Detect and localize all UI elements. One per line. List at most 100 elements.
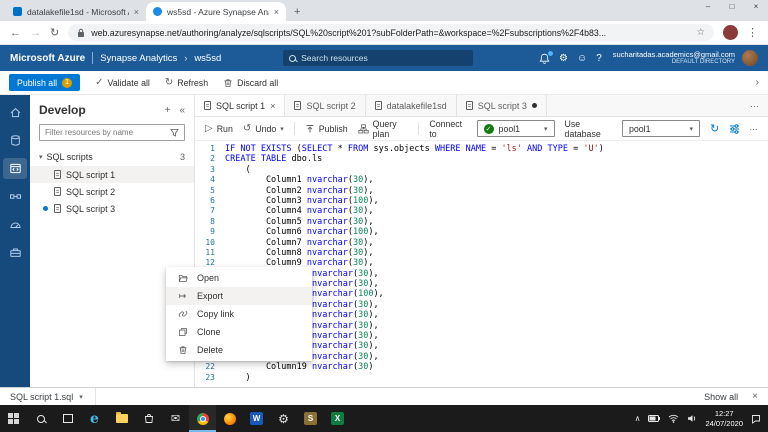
editor-tab-sql-script-3[interactable]: SQL script 3 <box>457 95 547 116</box>
new-tab-button[interactable]: + <box>294 6 300 18</box>
download-item[interactable]: SQL script 1.sql ▾ <box>10 388 96 405</box>
code-line[interactable]: 22 Column19 nvarchar(30) <box>195 362 768 372</box>
query-plan-button[interactable]: Query plan <box>358 119 409 139</box>
publish-all-button[interactable]: Publish all 1 <box>9 74 80 91</box>
group-caret-icon[interactable]: ▾ <box>39 153 43 161</box>
nav-monitor-icon[interactable] <box>3 214 27 235</box>
tree-item-sql-script-1[interactable]: SQL script 1 <box>30 166 194 183</box>
taskbar-mail[interactable]: ✉ <box>162 405 189 432</box>
code-line[interactable]: 1IF NOT EXISTS (SELECT * FROM sys.object… <box>195 144 768 154</box>
publish-button[interactable]: Publish <box>305 124 348 134</box>
discard-all-button[interactable]: Discard all <box>223 78 278 88</box>
code-line[interactable]: 8 Column5 nvarchar(30), <box>195 217 768 227</box>
minimize-button[interactable]: – <box>696 0 720 14</box>
browser-tab-synapse[interactable]: ws5sd - Azure Synapse Analytic × <box>146 2 286 21</box>
code-line[interactable]: 10 Column7 nvarchar(30), <box>195 238 768 248</box>
undo-button[interactable]: ↺ Undo ▾ <box>243 123 284 134</box>
download-caret-icon[interactable]: ▾ <box>79 393 83 401</box>
tab-close-icon[interactable]: × <box>270 101 275 111</box>
code-line[interactable]: 2CREATE TABLE dbo.ls <box>195 154 768 164</box>
code-line[interactable]: 3 ( <box>195 165 768 175</box>
taskbar-edge[interactable]: e <box>81 405 108 432</box>
menu-item-open[interactable]: Open <box>166 269 312 287</box>
maximize-button[interactable]: □ <box>720 0 744 14</box>
nav-home-icon[interactable] <box>3 102 27 123</box>
tabbar-more-icon[interactable]: ··· <box>741 101 768 111</box>
taskbar-search-button[interactable] <box>27 405 54 432</box>
nav-develop-icon[interactable] <box>3 158 27 179</box>
tab-close-icon[interactable]: × <box>134 7 139 17</box>
taskbar-ssms[interactable]: S <box>297 405 324 432</box>
properties-icon[interactable] <box>729 124 740 134</box>
notifications-bell-icon[interactable] <box>539 53 550 64</box>
use-database-dropdown[interactable]: pool1 ▾ <box>622 120 700 137</box>
resource-search-box[interactable] <box>283 50 473 66</box>
code-line[interactable]: 9 Column6 nvarchar(100), <box>195 227 768 237</box>
taskbar-file-explorer[interactable] <box>108 405 135 432</box>
menu-item-copy-link[interactable]: Copy link <box>166 305 312 323</box>
filter-input[interactable] <box>45 128 166 137</box>
run-button[interactable]: ▷ Run <box>205 123 233 134</box>
toolbar-more-icon[interactable]: ··· <box>749 124 758 134</box>
taskbar-firefox[interactable] <box>216 405 243 432</box>
url-omnibox[interactable]: web.azuresynapse.net/authoring/analyze/s… <box>68 24 714 41</box>
taskbar-word[interactable]: W <box>243 405 270 432</box>
account-info[interactable]: sucharitadas.academics@gmail.com DEFAULT… <box>613 50 735 66</box>
code-line[interactable]: 5 Column2 nvarchar(30), <box>195 186 768 196</box>
browser-profile-avatar[interactable] <box>723 25 738 40</box>
volume-icon[interactable] <box>687 414 697 423</box>
taskbar-chrome[interactable] <box>189 405 216 432</box>
nav-data-icon[interactable] <box>3 130 27 151</box>
shelf-close-icon[interactable]: × <box>752 391 758 402</box>
account-avatar[interactable] <box>742 50 758 66</box>
tray-chevron-up-icon[interactable]: ∧ <box>635 414 641 423</box>
code-line[interactable]: 6 Column3 nvarchar(100), <box>195 196 768 206</box>
wifi-icon[interactable] <box>668 414 679 423</box>
start-button[interactable] <box>0 405 27 432</box>
workspace-name[interactable]: ws5sd <box>194 53 221 64</box>
taskbar-store[interactable] <box>135 405 162 432</box>
add-resource-icon[interactable]: + <box>165 105 171 116</box>
refresh-button[interactable]: ↻ Refresh <box>165 77 208 88</box>
editor-tab-datalakefile1sd[interactable]: datalakefile1sd <box>366 95 457 116</box>
filter-box[interactable] <box>39 124 185 141</box>
code-line[interactable]: 23 ) <box>195 373 768 383</box>
forward-icon[interactable]: → <box>30 27 41 39</box>
show-all-button[interactable]: Show all <box>704 392 738 402</box>
tab-close-icon[interactable]: × <box>274 7 279 17</box>
menu-item-export[interactable]: ↦ Export <box>166 287 312 305</box>
browser-menu-icon[interactable]: ⋮ <box>747 26 758 39</box>
reload-icon[interactable]: ↻ <box>50 26 59 39</box>
menu-item-clone[interactable]: Clone <box>166 323 312 341</box>
code-line[interactable]: 11 Column8 nvarchar(30), <box>195 248 768 258</box>
validate-all-button[interactable]: ✓ Validate all <box>95 77 150 88</box>
code-line[interactable]: 4 Column1 nvarchar(30), <box>195 175 768 185</box>
settings-gear-icon[interactable]: ⚙ <box>559 53 568 64</box>
battery-icon[interactable] <box>648 415 660 422</box>
collapse-panel-icon[interactable]: « <box>179 105 185 116</box>
taskbar-excel[interactable]: X <box>324 405 351 432</box>
refresh-database-icon[interactable]: ↻ <box>710 122 719 135</box>
back-icon[interactable]: ← <box>10 27 21 39</box>
code-line[interactable]: 7 Column4 nvarchar(30), <box>195 206 768 216</box>
notification-center-icon[interactable] <box>751 414 761 424</box>
task-view-button[interactable] <box>54 405 81 432</box>
sql-scripts-group[interactable]: ▾ SQL scripts 3 <box>30 148 194 166</box>
tree-item-sql-script-2[interactable]: SQL script 2 <box>30 183 194 200</box>
editor-tab-sql-script-1[interactable]: SQL script 1 × <box>195 95 285 116</box>
menu-item-delete[interactable]: Delete <box>166 341 312 359</box>
feedback-smiley-icon[interactable]: ☺ <box>577 53 587 64</box>
search-input[interactable] <box>301 53 467 63</box>
commandbar-overflow-chevron-icon[interactable]: › <box>756 77 759 88</box>
nav-manage-icon[interactable] <box>3 242 27 263</box>
taskbar-clock[interactable]: 12:27 24/07/2020 <box>705 409 743 429</box>
close-button[interactable]: × <box>744 0 768 14</box>
browser-tab-datalakefile[interactable]: datalakefile1sd - Microsoft Az × <box>6 2 146 21</box>
connect-to-dropdown[interactable]: ✓ pool1 ▾ <box>477 120 555 137</box>
help-icon[interactable]: ? <box>596 53 602 64</box>
editor-tab-sql-script-2[interactable]: SQL script 2 <box>285 95 365 116</box>
taskbar-settings[interactable]: ⚙ <box>270 405 297 432</box>
bookmark-star-icon[interactable]: ☆ <box>696 27 705 38</box>
tree-item-sql-script-3[interactable]: SQL script 3 <box>30 200 194 217</box>
nav-integrate-icon[interactable] <box>3 186 27 207</box>
